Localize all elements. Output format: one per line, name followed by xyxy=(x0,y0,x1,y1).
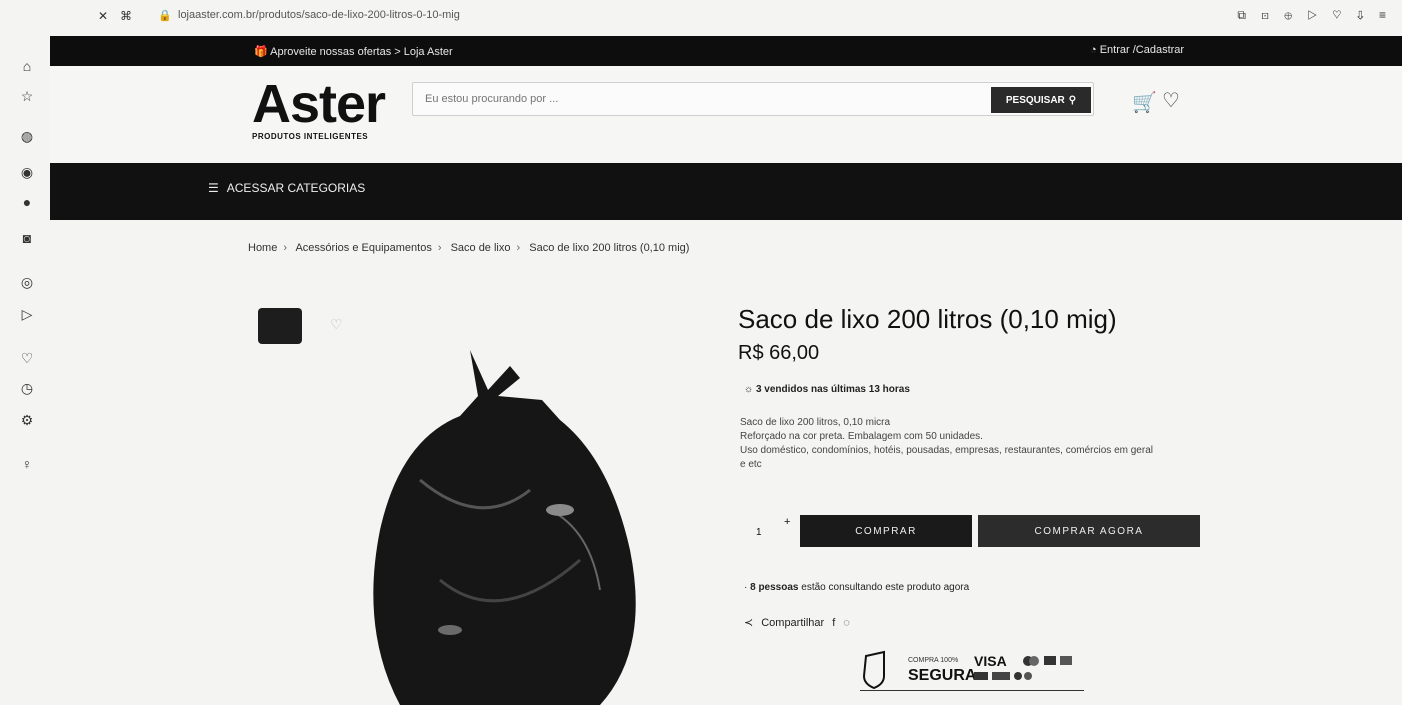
search-input[interactable] xyxy=(413,83,973,115)
telegram-icon[interactable]: ● xyxy=(18,194,36,210)
breadcrumb-subcategory[interactable]: Saco de lixo xyxy=(451,242,511,254)
seal-divider xyxy=(860,690,1084,691)
visa-logo: VISA xyxy=(974,653,1007,669)
breadcrumb-category[interactable]: Acessórios e Equipamentos xyxy=(295,242,431,254)
close-tab-icon[interactable]: ✕ xyxy=(98,9,108,23)
product-thumbnail[interactable] xyxy=(258,308,302,344)
quantity-value[interactable]: 1 xyxy=(756,527,762,538)
share-row: ≺ Compartilhar f ◌ xyxy=(744,616,850,630)
settings-icon[interactable]: ⚙ xyxy=(18,412,36,429)
buy-button[interactable]: COMPRAR xyxy=(800,515,972,547)
facebook-icon[interactable]: f xyxy=(832,617,835,629)
increment-icon[interactable]: + xyxy=(784,516,790,528)
viewing-notice: · 8 pessoas estão consultando este produ… xyxy=(744,582,970,593)
announcement-bar: 🎁 Aproveite nossas ofertas > Loja Aster … xyxy=(50,36,1402,66)
categories-button[interactable]: ☰ ACESSAR CATEGORIAS xyxy=(208,181,365,195)
logo-tagline: PRODUTOS INTELIGENTES xyxy=(252,132,369,141)
instagram-icon[interactable]: ◙ xyxy=(18,230,36,246)
breadcrumb: Home › Acessórios e Equipamentos › Saco de… xyxy=(248,242,690,254)
whatsapp-share-icon[interactable]: ◌ xyxy=(843,617,850,629)
account-link[interactable]: ◔ Entrar /Cadastrar xyxy=(1090,44,1184,56)
whatsapp-icon[interactable]: ◉ xyxy=(18,164,36,181)
history-icon[interactable]: ◷ xyxy=(18,380,36,397)
sold-counter: ☼ 3 vendidos nas últimas 13 horas xyxy=(744,384,910,395)
product-description: Saco de lixo 200 litros, 0,10 micra Refo… xyxy=(740,416,1200,472)
breadcrumb-home[interactable]: Home xyxy=(248,242,277,254)
search-button[interactable]: PESQUISAR ⚲ xyxy=(991,87,1091,113)
secure-purchase-seal: COMPRA 100% SEGURA VISA xyxy=(862,650,1072,690)
description-line: e etc xyxy=(740,459,762,470)
product-price: R$ 66,00 xyxy=(738,342,820,364)
search-icon: ⚲ xyxy=(1068,94,1077,106)
browser-toolbar-icons[interactable]: ⧉ ⊡ ⊕ ▷ ♡ ⇩ ≡ xyxy=(1237,8,1392,23)
breadcrumb-current: Saco de lixo 200 litros (0,10 mig) xyxy=(529,242,690,254)
share-label[interactable]: Compartilhar xyxy=(761,617,824,629)
favorite-icon[interactable]: ♡ xyxy=(330,316,343,333)
buy-now-button[interactable]: COMPRAR AGORA xyxy=(978,515,1200,547)
music-icon[interactable]: ◎ xyxy=(18,274,36,291)
browser-sidebar: ⌂ ☆ ◍ ◉ ● ◙ ◎ ▷ ♡ ◷ ⚙ ♀ xyxy=(0,36,50,705)
site-logo[interactable]: Aster xyxy=(252,77,386,131)
quantity-stepper[interactable]: 1 + xyxy=(756,516,792,548)
browser-bar: ✕ ⌘ 🔒 lojaaster.com.br/produtos/saco-de-… xyxy=(0,0,1402,36)
wishlist-icon[interactable]: ♡ xyxy=(1162,88,1180,113)
product-image xyxy=(373,350,636,705)
share-icon[interactable]: ≺ xyxy=(744,616,753,629)
description-line: Saco de lixo 200 litros, 0,10 micra xyxy=(740,417,891,428)
user-icon: ◔ xyxy=(1090,44,1100,56)
star-icon[interactable]: ☆ xyxy=(18,88,36,105)
seal-big-text: SEGURA xyxy=(908,667,977,684)
categories-bar: ☰ ACESSAR CATEGORIAS xyxy=(50,163,1402,220)
cart-icon[interactable]: 🛒 xyxy=(1132,90,1157,115)
home-icon[interactable]: ⌂ xyxy=(18,58,36,74)
gift-icon: 🎁 xyxy=(254,46,271,58)
product-title: Saco de lixo 200 litros (0,10 mig) xyxy=(738,304,1117,334)
messenger-icon[interactable]: ◍ xyxy=(18,128,36,145)
heart-icon[interactable]: ♡ xyxy=(18,350,36,367)
bulb-icon[interactable]: ♀ xyxy=(18,456,36,472)
fire-icon: ☼ xyxy=(744,384,756,395)
search-bar: PESQUISAR ⚲ xyxy=(412,82,1094,116)
promo-link[interactable]: 🎁 Aproveite nossas ofertas > Loja Aster xyxy=(254,45,453,58)
description-line: Uso doméstico, condomínios, hotéis, pous… xyxy=(740,445,1153,456)
menu-icon: ☰ xyxy=(208,181,219,195)
play-icon[interactable]: ▷ xyxy=(18,306,36,323)
lock-icon: 🔒 xyxy=(158,10,172,22)
address-bar[interactable]: lojaaster.com.br/produtos/saco-de-lixo-2… xyxy=(178,9,460,21)
extensions-icon[interactable]: ⌘ xyxy=(120,9,132,23)
site-header: Aster PRODUTOS INTELIGENTES PESQUISAR ⚲ … xyxy=(50,66,1402,163)
description-line: Reforçado na cor preta. Embalagem com 50… xyxy=(740,431,983,442)
seal-small-text: COMPRA 100% xyxy=(908,657,958,664)
